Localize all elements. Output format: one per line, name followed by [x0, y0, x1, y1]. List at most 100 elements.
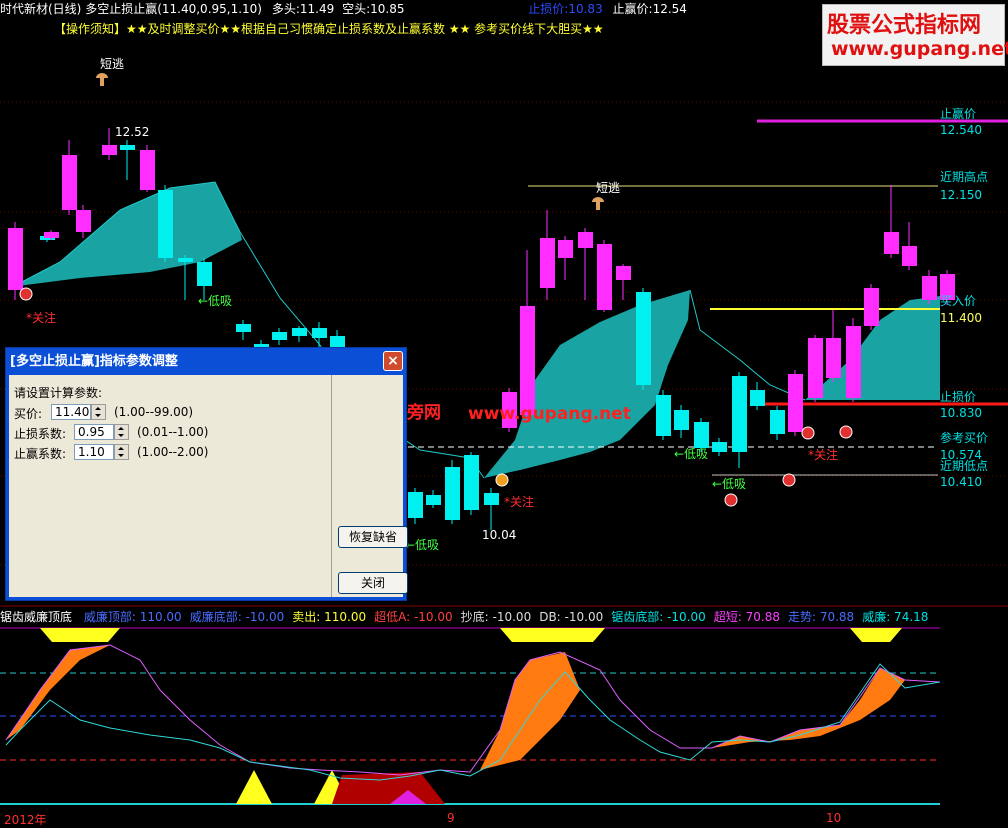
top-highlight-0: [40, 628, 120, 642]
lower-item-6: 锯齿底部: -10.00: [611, 610, 706, 624]
low-price-label: 10.04: [482, 528, 517, 542]
low-buy-label-4: ←低吸: [712, 477, 747, 491]
ref-buy-title: 参考买价: [940, 431, 989, 445]
bottom-triangle-1: [236, 770, 272, 804]
trend-line-2: [689, 289, 806, 401]
candle-body-21: [484, 493, 499, 505]
attention-label-1: *关注: [26, 311, 57, 325]
lower-item-7: 超短: 70.88: [713, 610, 780, 624]
candle-body-35: [750, 390, 765, 406]
band-area-2: [484, 290, 690, 478]
candle-body-36: [770, 410, 785, 434]
params-prompt: 请设置计算参数:: [14, 386, 103, 400]
lower-item-1: 威廉底部: -10.00: [189, 610, 285, 624]
watermark-url: www.gupang.net: [468, 404, 631, 424]
take-profit-coef-input[interactable]: 1.10: [74, 444, 114, 460]
stop-loss-value: 10.83: [568, 2, 603, 16]
oscillator-line-magenta: [5, 644, 941, 776]
candle-body-31: [674, 410, 689, 430]
candle-body-28: [616, 266, 631, 280]
candle-body-27: [597, 244, 612, 310]
chart-header: 时代新材(日线) 多空止损止赢(11.40,0.95,1.10) 多头:11.4…: [0, 0, 687, 18]
orange-band-2: [480, 652, 580, 770]
parameter-dialog[interactable]: [多空止损止赢]指标参数调整 × 请设置计算参数: 买价: 11.40 (1.0…: [5, 347, 408, 601]
short-escape-label-1: 短逃: [100, 57, 125, 71]
candle-body-33: [712, 442, 727, 452]
candle-body-44: [922, 276, 937, 300]
candle-body-3: [76, 210, 91, 232]
low-buy-label-3: ←低吸: [674, 447, 709, 461]
candle-body-8: [158, 190, 173, 258]
candle-body-4: [62, 155, 77, 210]
candle-body-29: [636, 292, 651, 385]
lower-item-4: 抄底: -10.00: [460, 610, 532, 624]
recent-low-title: 近期低点: [940, 459, 989, 473]
logo-title: 股票公式指标网: [827, 12, 982, 38]
short-value: 10.85: [370, 2, 405, 16]
lower-item-5: DB: -10.00: [539, 610, 604, 624]
plus-marker-icon-2: [782, 473, 796, 487]
candle-body-14: [292, 328, 307, 336]
candle-body-19: [445, 467, 460, 520]
short-escape-label-2: 短逃: [596, 181, 621, 195]
buy-price-range: (1.00--99.00): [114, 405, 194, 419]
buy-title: 买入价: [940, 294, 977, 308]
escape-marker-icon-2: [592, 197, 604, 210]
site-logo[interactable]: 股票公式指标网 www.gupang.net: [822, 4, 1008, 66]
candle-body-42: [884, 232, 899, 254]
stop-loss-title: 止损价: [940, 390, 977, 404]
candle-body-39: [826, 338, 841, 378]
lower-panel-name: 锯齿威廉顶底: [0, 610, 73, 624]
x-label-10: 10: [826, 811, 842, 825]
candle-body-11: [236, 324, 251, 332]
lower-item-9: 威廉: 74.18: [862, 610, 929, 624]
operation-notice: 【操作须知】★★及时调整买价★★根据自己习惯确定止损系数及止赢系数 ★★ 参考买…: [54, 22, 604, 36]
candle-body-2: [44, 232, 59, 238]
candle-body-26: [578, 232, 593, 248]
stop-loss-coef-spinner[interactable]: [114, 424, 129, 440]
take-profit-title: 止赢价: [940, 107, 977, 121]
buy-price-input[interactable]: 11.40: [51, 404, 91, 420]
candle-body-20: [464, 455, 479, 510]
candle-body-34: [732, 376, 747, 452]
attention-marker-icon-2: [495, 473, 509, 487]
dialog-close-icon[interactable]: ×: [383, 351, 403, 371]
low-buy-label-1: ←低吸: [198, 294, 233, 308]
take-profit-coef-spinner[interactable]: [114, 444, 129, 460]
candle-body-37: [788, 374, 803, 432]
lower-item-0: 威廉顶部: 110.00: [83, 610, 182, 624]
restore-default-button[interactable]: 恢复缺省: [338, 526, 408, 548]
params-panel: 请设置计算参数: 买价: 11.40 (1.00--99.00) 止损系数: 0…: [9, 375, 332, 597]
attention-marker-icon-1: [19, 287, 33, 301]
lower-panel-header: 锯齿威廉顶底 威廉顶部: 110.00 威廉底部: -10.00 卖出: 110.0…: [0, 608, 928, 626]
candle-body-17: [408, 492, 423, 518]
attention-label-2: *关注: [504, 495, 535, 509]
lower-item-2: 卖出: 110.00: [292, 610, 367, 624]
recent-high-price: 12.150: [940, 188, 982, 202]
candle-body-9: [178, 258, 193, 262]
escape-marker-icon-1: [96, 73, 108, 86]
dialog-body: 请设置计算参数: 买价: 11.40 (1.00--99.00) 止损系数: 0…: [9, 375, 408, 597]
close-button[interactable]: 关闭: [338, 572, 408, 594]
stop-loss-price: 10.830: [940, 406, 982, 420]
candle-body-18: [426, 495, 441, 505]
take-profit-price: 12.540: [940, 123, 982, 137]
stop-loss-coef-input[interactable]: 0.95: [74, 424, 114, 440]
candle-body-10: [197, 262, 212, 286]
dialog-title: [多空止损止赢]指标参数调整: [10, 354, 178, 369]
candle-body-41: [864, 288, 879, 326]
lower-item-3: 超低A: -10.00: [374, 610, 453, 624]
orange-band-1: [6, 645, 110, 740]
oscillator-line-cyan: [5, 663, 941, 781]
short-label: 空头:: [342, 2, 371, 16]
low-buy-label-2: ←低吸: [405, 538, 440, 552]
stop-loss-coef-range: (0.01--1.00): [137, 425, 209, 439]
recent-high-title: 近期高点: [940, 170, 989, 184]
take-profit-value: 12.54: [652, 2, 687, 16]
candle-body-25: [558, 240, 573, 258]
top-highlight-2: [850, 628, 902, 642]
candle-body-43: [902, 246, 917, 266]
top-highlight-1: [500, 628, 605, 642]
buy-price: 11.400: [940, 311, 982, 325]
buy-price-spinner[interactable]: [91, 404, 106, 420]
